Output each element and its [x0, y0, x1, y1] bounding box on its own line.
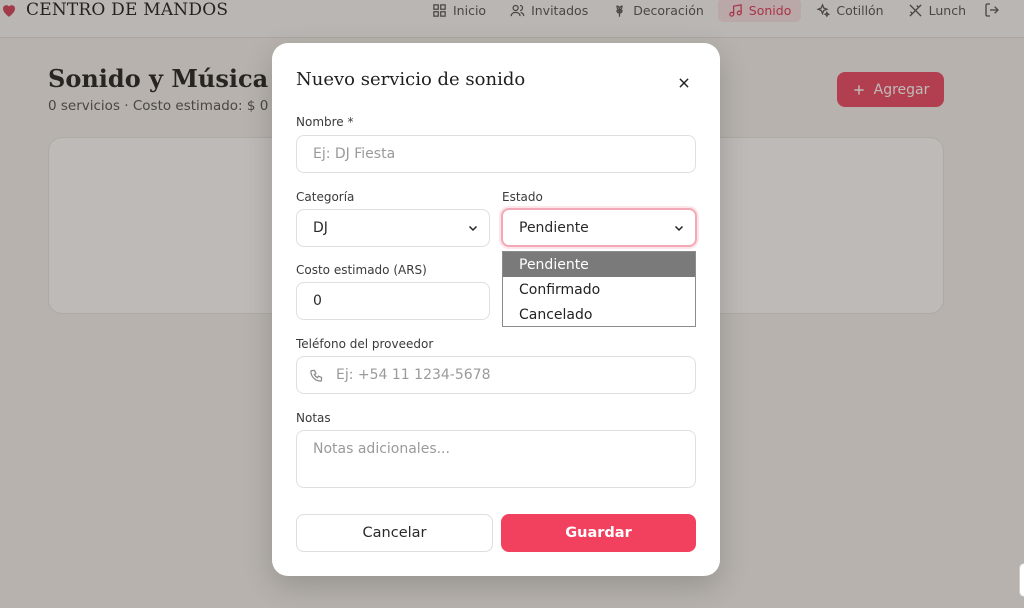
cost-label: Costo estimado (ARS): [296, 263, 427, 277]
modal-title: Nuevo servicio de sonido: [296, 69, 526, 90]
phone-placeholder: Ej: +54 11 1234-5678: [336, 367, 491, 383]
name-placeholder: Ej: DJ Fiesta: [313, 146, 396, 162]
status-select[interactable]: Pendiente: [501, 208, 697, 247]
category-label: Categoría: [296, 190, 355, 204]
status-option-confirmado[interactable]: Confirmado: [503, 277, 695, 302]
status-option-cancelado[interactable]: Cancelado: [503, 302, 695, 327]
name-input[interactable]: Ej: DJ Fiesta: [296, 135, 696, 173]
status-dropdown-list: Pendiente Confirmado Cancelado: [502, 251, 696, 327]
name-label: Nombre *: [296, 115, 354, 129]
notes-textarea[interactable]: Notas adicionales...: [296, 430, 696, 488]
cancel-button[interactable]: Cancelar: [296, 514, 493, 552]
cost-value: 0: [313, 293, 322, 309]
phone-label: Teléfono del proveedor: [296, 337, 434, 351]
cost-input[interactable]: 0: [296, 282, 490, 320]
status-label: Estado: [502, 190, 543, 204]
chevron-down-icon: [468, 225, 478, 232]
close-icon[interactable]: [674, 73, 694, 93]
save-button[interactable]: Guardar: [501, 514, 696, 552]
notes-label: Notas: [296, 411, 331, 425]
category-value: DJ: [313, 220, 328, 236]
phone-input[interactable]: Ej: +54 11 1234-5678: [296, 356, 696, 394]
status-option-pendiente[interactable]: Pendiente: [503, 252, 695, 277]
side-tab[interactable]: [1019, 563, 1024, 597]
status-value: Pendiente: [519, 219, 589, 236]
phone-icon: [310, 369, 323, 382]
notes-placeholder: Notas adicionales...: [313, 441, 450, 457]
chevron-down-icon: [674, 225, 684, 231]
category-select[interactable]: DJ: [296, 209, 490, 247]
